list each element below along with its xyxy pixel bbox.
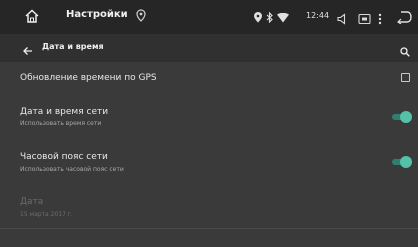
bluetooth-icon [266, 8, 273, 27]
setting-title: Обновление времени по GPS [20, 73, 157, 83]
setting-row-network-timezone[interactable]: Часовой пояс сети Использовать часовой п… [0, 138, 418, 185]
setting-row-network-time[interactable]: Дата и время сети Использовать время сет… [0, 94, 418, 139]
page-title: Дата и время [42, 42, 104, 51]
back-arrow-icon[interactable] [22, 41, 33, 60]
search-icon[interactable] [400, 42, 410, 61]
setting-subtitle: Использовать время сети [20, 120, 102, 127]
wifi-icon [277, 8, 289, 27]
volume-icon[interactable] [336, 10, 348, 29]
back-icon[interactable] [396, 9, 412, 28]
setting-row-next [0, 229, 418, 247]
setting-title: Дата и время сети [20, 107, 109, 117]
menu-icon[interactable] [378, 10, 382, 29]
setting-subtitle: Использовать часовой пояс сети [20, 166, 124, 173]
location-filled-icon [254, 8, 262, 27]
setting-title: Часовой пояс сети [20, 152, 108, 162]
location-icon [136, 8, 146, 27]
network-timezone-toggle[interactable] [392, 156, 412, 168]
setting-row-gps-time[interactable]: Обновление времени по GPS [0, 62, 418, 95]
setting-row-date: Дата 15 марта 2017 г. [0, 184, 418, 229]
status-title: Настройки [66, 9, 128, 20]
home-icon[interactable] [24, 8, 40, 28]
setting-subtitle: 15 марта 2017 г. [20, 211, 73, 218]
action-bar: Дата и время [0, 34, 418, 62]
toggle-thumb [400, 111, 412, 123]
network-time-toggle[interactable] [392, 111, 412, 123]
toggle-thumb [400, 156, 412, 168]
screenshot-icon[interactable] [358, 10, 371, 29]
setting-title: Дата [20, 197, 44, 207]
clock-time: 12:44 [306, 11, 330, 20]
status-bar: Настройки 12:44 [0, 0, 418, 34]
gps-time-checkbox[interactable] [401, 73, 410, 82]
